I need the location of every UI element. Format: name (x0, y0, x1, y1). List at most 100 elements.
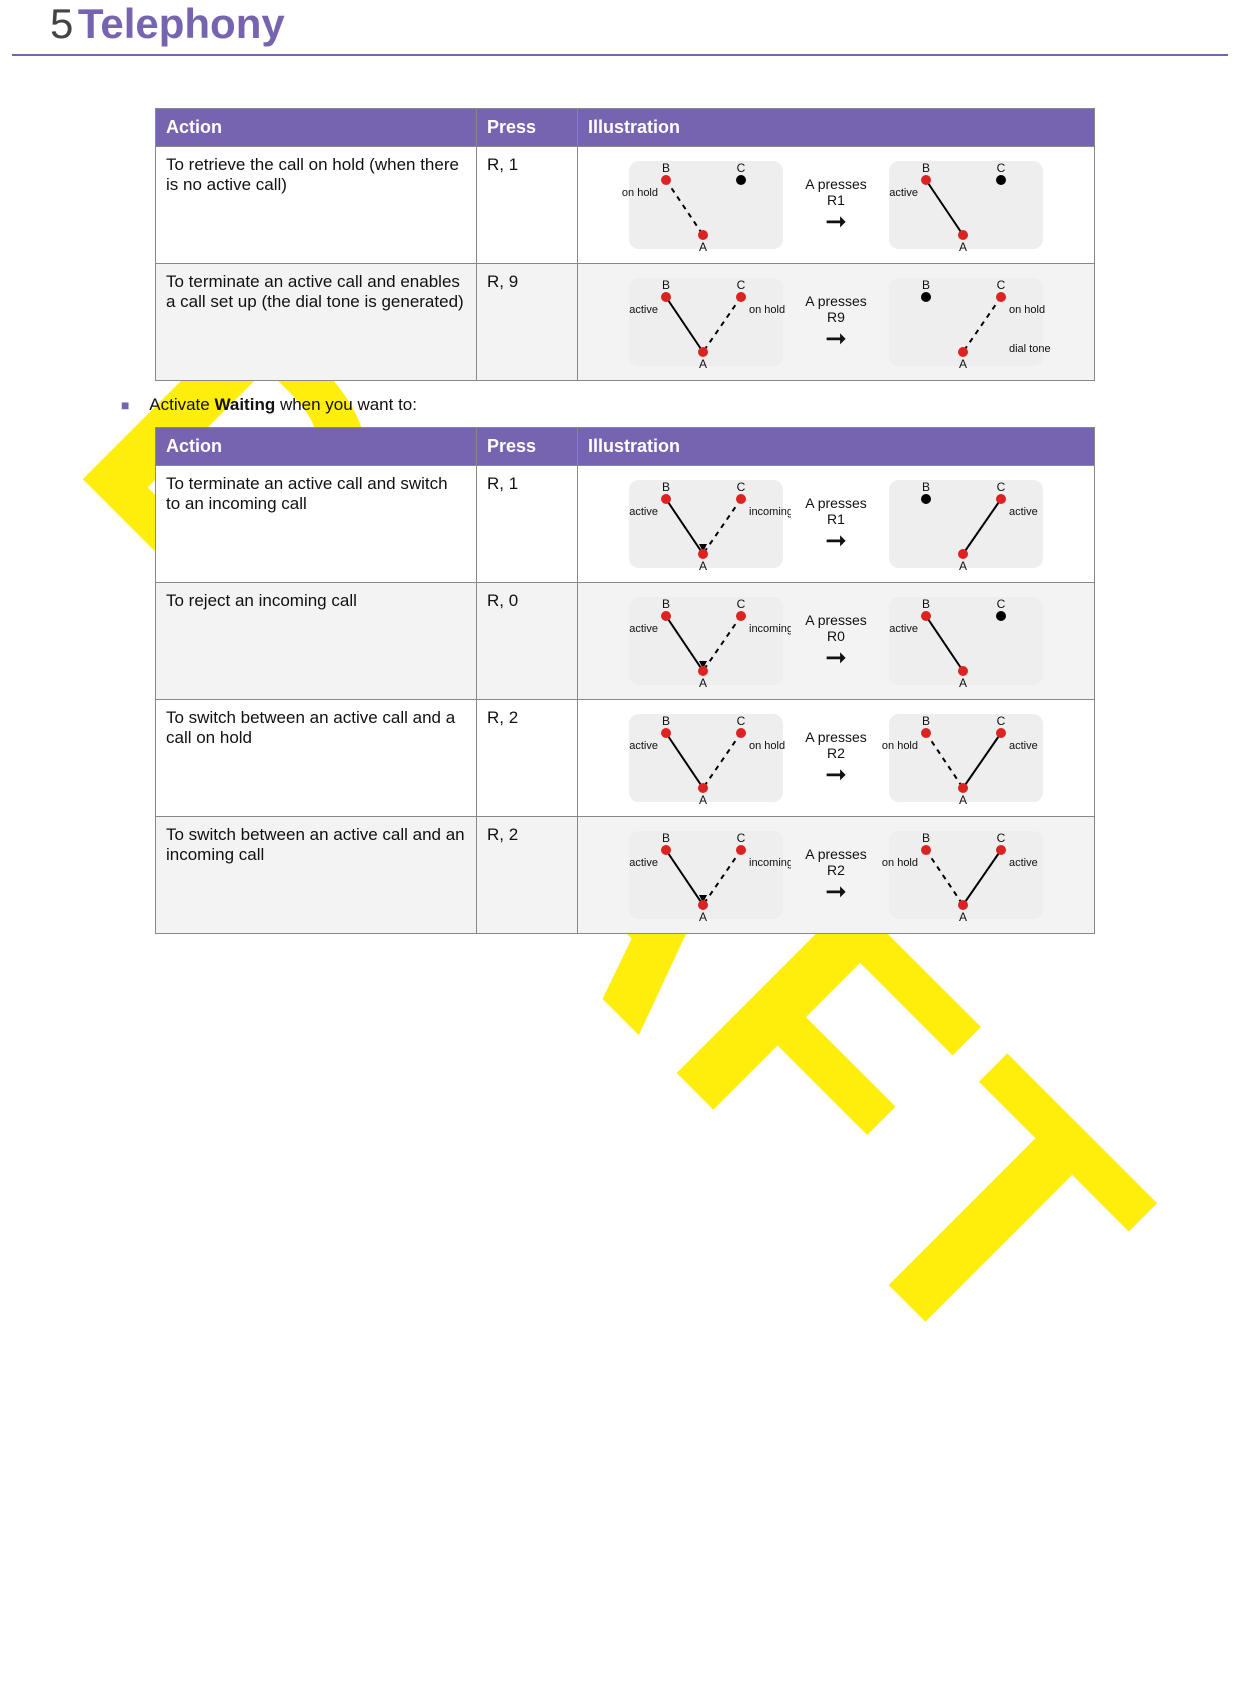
svg-text:active: active (630, 304, 659, 316)
svg-text:B: B (922, 161, 930, 175)
transition-arrow: A pressesR2➞ (805, 729, 866, 787)
cell-illustration: Bon hold C A A pressesR1➞ Bactive C A (578, 147, 1095, 264)
section-bullet: ■ Activate Waiting when you want to: (121, 395, 1095, 415)
svg-text:A: A (699, 793, 707, 807)
running-head: 5 Telephony (50, 0, 285, 48)
table-row: To switch between an active call and an … (156, 817, 1095, 934)
cell-press: R, 2 (477, 700, 578, 817)
chapter-number: 5 (50, 0, 73, 47)
illustration: BactiveCincomingA A pressesR1➞ BCactiveA (588, 474, 1084, 574)
svg-text:A: A (699, 559, 707, 573)
table-row: To terminate an active call and switch t… (156, 466, 1095, 583)
header-rule (12, 54, 1228, 56)
svg-text:active: active (630, 740, 659, 752)
svg-text:active: active (630, 623, 659, 635)
svg-text:C: C (996, 278, 1005, 292)
svg-text:C: C (737, 161, 746, 175)
illustration: Bon hold C A A pressesR1➞ Bactive C A (588, 155, 1084, 255)
col-illustration: Illustration (578, 109, 1095, 147)
action-table: Action Press Illustration To terminate a… (155, 427, 1095, 934)
table-row: To retrieve the call on hold (when there… (156, 147, 1095, 264)
svg-text:on hold: on hold (882, 740, 918, 752)
svg-text:B: B (662, 714, 670, 728)
svg-text:active: active (1009, 857, 1038, 869)
svg-text:B: B (922, 597, 930, 611)
table-row: To terminate an active call and enables … (156, 264, 1095, 381)
svg-text:incoming: incoming (749, 857, 791, 869)
svg-text:B: B (922, 278, 930, 292)
cell-press: R, 9 (477, 264, 578, 381)
col-illustration: Illustration (578, 428, 1095, 466)
svg-text:active: active (889, 187, 918, 199)
svg-text:C: C (996, 480, 1005, 494)
svg-text:B: B (662, 597, 670, 611)
svg-text:A: A (699, 910, 707, 924)
svg-text:C: C (737, 831, 746, 845)
svg-text:C: C (996, 161, 1005, 175)
cell-illustration: BactiveCincomingA A pressesR1➞ BCactiveA (578, 466, 1095, 583)
transition-arrow: A pressesR9➞ (805, 293, 866, 351)
svg-text:incoming: incoming (749, 623, 791, 635)
bullet-icon: ■ (121, 397, 129, 413)
svg-text:active: active (889, 623, 918, 635)
svg-text:on hold: on hold (882, 857, 918, 869)
cell-action: To terminate an active call and switch t… (156, 466, 477, 583)
svg-text:incoming: incoming (749, 506, 791, 518)
svg-text:A: A (959, 357, 967, 371)
svg-text:C: C (737, 480, 746, 494)
cell-action: To terminate an active call and enables … (156, 264, 477, 381)
illustration: BactiveCincomingA A pressesR0➞ BactiveCA (588, 591, 1084, 691)
svg-text:dial tone: dial tone (1009, 343, 1051, 355)
svg-text:B: B (662, 480, 670, 494)
svg-text:C: C (737, 714, 746, 728)
illustration: Bactive Cincoming A A pressesR2➞ Bon hold C… (588, 825, 1084, 925)
transition-arrow: A pressesR2➞ (805, 846, 866, 904)
svg-text:B: B (662, 831, 670, 845)
svg-text:C: C (737, 597, 746, 611)
svg-text:A: A (959, 240, 967, 254)
svg-text:A: A (959, 559, 967, 573)
svg-text:on hold: on hold (749, 304, 785, 316)
svg-text:B: B (922, 831, 930, 845)
cell-illustration: Bactive Cincoming A A pressesR2➞ Bon hold C… (578, 817, 1095, 934)
cell-press: R, 0 (477, 583, 578, 700)
svg-text:A: A (699, 357, 707, 371)
svg-text:A: A (699, 676, 707, 690)
transition-arrow: A pressesR0➞ (805, 612, 866, 670)
transition-arrow: A pressesR1➞ (805, 176, 866, 234)
svg-text:active: active (630, 506, 659, 518)
cell-illustration: BactiveCon holdA A pressesR2➞ Bon holdCa… (578, 700, 1095, 817)
svg-text:A: A (699, 240, 707, 254)
cell-illustration: BactiveCincomingA A pressesR0➞ BactiveCA (578, 583, 1095, 700)
svg-text:B: B (922, 714, 930, 728)
cell-press: R, 1 (477, 466, 578, 583)
illustration: BactiveCon holdA A pressesR2➞ Bon holdCa… (588, 708, 1084, 808)
svg-text:active: active (1009, 506, 1038, 518)
cell-action: To retrieve the call on hold (when there… (156, 147, 477, 264)
col-action: Action (156, 428, 477, 466)
svg-text:active: active (1009, 740, 1038, 752)
cell-action: To switch between an active call and an … (156, 817, 477, 934)
svg-text:A: A (959, 793, 967, 807)
svg-text:on hold: on hold (749, 740, 785, 752)
table-row: To reject an incoming call R, 0 BactiveC… (156, 583, 1095, 700)
svg-text:on hold: on hold (622, 187, 658, 199)
svg-text:B: B (662, 278, 670, 292)
cell-action: To switch between an active call and a c… (156, 700, 477, 817)
svg-text:C: C (737, 278, 746, 292)
col-press: Press (477, 109, 578, 147)
cell-press: R, 2 (477, 817, 578, 934)
cell-illustration: Bactive Con hold A A pressesR9➞ B Con hold A… (578, 264, 1095, 381)
svg-text:C: C (996, 714, 1005, 728)
chapter-title: Telephony (78, 0, 285, 47)
svg-text:C: C (996, 831, 1005, 845)
svg-text:active: active (630, 857, 659, 869)
svg-text:A: A (959, 910, 967, 924)
table-row: To switch between an active call and a c… (156, 700, 1095, 817)
svg-text:on hold: on hold (1009, 304, 1045, 316)
svg-text:B: B (662, 161, 670, 175)
illustration: Bactive Con hold A A pressesR9➞ B Con hold A… (588, 272, 1084, 372)
col-action: Action (156, 109, 477, 147)
svg-text:A: A (959, 676, 967, 690)
transition-arrow: A pressesR1➞ (805, 495, 866, 553)
